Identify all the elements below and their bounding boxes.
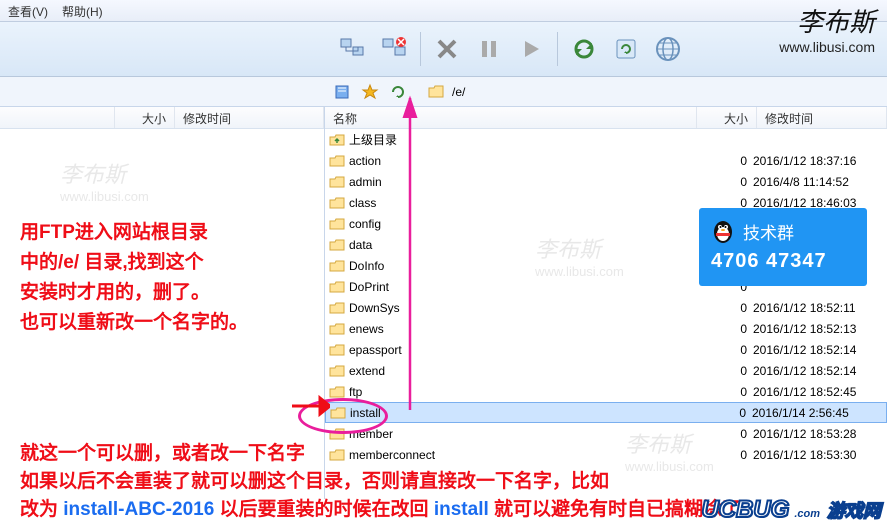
file-date: 2016/1/14 2:56:45 [752, 406, 882, 420]
file-size: 0 [703, 175, 753, 189]
watermark-url: www.libusi.com [60, 189, 149, 204]
pause-icon[interactable] [471, 31, 507, 67]
nav-refresh-icon[interactable] [386, 80, 410, 104]
file-row-install[interactable]: install02016/1/14 2:56:45 [325, 402, 887, 423]
file-size: 0 [702, 406, 752, 420]
menu-bar: 查看(V) 帮助(H) [0, 0, 887, 22]
file-date: 2016/1/12 18:52:11 [753, 301, 883, 315]
file-name: extend [349, 364, 703, 378]
qq-group-box[interactable]: 技术群 4706 47347 [699, 208, 867, 286]
up-directory[interactable]: 上级目录 [325, 129, 887, 150]
file-date: 2016/1/12 18:52:13 [753, 322, 883, 336]
file-date: 2016/1/12 18:52:45 [753, 385, 883, 399]
file-row-admin[interactable]: admin02016/4/8 11:14:52 [325, 171, 887, 192]
file-size: 0 [703, 343, 753, 357]
file-name: ftp [349, 385, 703, 399]
menu-help[interactable]: 帮助(H) [62, 3, 103, 18]
qq-penguin-icon [711, 218, 735, 244]
file-name: memberconnect [349, 448, 703, 462]
file-name: enews [349, 322, 703, 336]
file-size: 0 [703, 427, 753, 441]
file-name: member [349, 427, 703, 441]
connect-icon[interactable] [334, 31, 370, 67]
file-list[interactable]: 上级目录 action02016/1/12 18:37:16admin02016… [325, 129, 887, 499]
file-name: data [349, 238, 703, 252]
file-row-memberconnect[interactable]: memberconnect02016/1/12 18:53:30 [325, 444, 887, 465]
file-name: admin [349, 175, 703, 189]
folder-icon [428, 85, 444, 98]
qq-number: 4706 47347 [711, 250, 855, 273]
file-row-enews[interactable]: enews02016/1/12 18:52:13 [325, 318, 887, 339]
up-folder-icon [329, 133, 345, 147]
right-column-header: 名称 大小 修改时间 [325, 107, 887, 129]
file-row-epassport[interactable]: epassport02016/1/12 18:52:14 [325, 339, 887, 360]
file-date: 2016/1/12 18:37:16 [753, 154, 883, 168]
left-column-header: 大小 修改时间 [0, 107, 324, 129]
file-row-action[interactable]: action02016/1/12 18:37:16 [325, 150, 887, 171]
file-name: epassport [349, 343, 703, 357]
file-name: DoPrint [349, 280, 703, 294]
file-row-DownSys[interactable]: DownSys02016/1/12 18:52:11 [325, 297, 887, 318]
col-date[interactable]: 修改时间 [757, 107, 887, 128]
brand-logo: 李布斯 www.libusi.com [779, 2, 875, 55]
file-name: DoInfo [349, 259, 703, 273]
file-date: 2016/4/8 11:14:52 [753, 175, 883, 189]
sync-icon[interactable] [566, 31, 602, 67]
path-display[interactable]: /e/ [424, 83, 881, 101]
path-text: /e/ [452, 85, 465, 99]
col-date-left[interactable]: 修改时间 [175, 107, 324, 128]
nav-book-icon[interactable] [330, 80, 354, 104]
left-panel: 大小 修改时间 李布斯 www.libusi.com [0, 107, 325, 499]
up-label: 上级目录 [349, 131, 883, 148]
content-area: 大小 修改时间 李布斯 www.libusi.com 名称 大小 修改时间 上级… [0, 107, 887, 499]
file-name: install [350, 406, 702, 420]
file-size: 0 [703, 154, 753, 168]
file-size: 0 [703, 385, 753, 399]
watermark-cn: 李布斯 [60, 157, 149, 189]
file-row-member[interactable]: member02016/1/12 18:53:28 [325, 423, 887, 444]
file-row-extend[interactable]: extend02016/1/12 18:52:14 [325, 360, 887, 381]
file-date: 2016/1/12 18:53:30 [753, 448, 883, 462]
file-name: config [349, 217, 703, 231]
file-date: 2016/1/12 18:52:14 [753, 343, 883, 357]
file-date: 2016/1/12 18:53:28 [753, 427, 883, 441]
file-date: 2016/1/12 18:52:14 [753, 364, 883, 378]
right-panel: 名称 大小 修改时间 上级目录 action02016/1/12 18:37:1… [325, 107, 887, 499]
refresh-icon[interactable] [608, 31, 644, 67]
file-name: DownSys [349, 301, 703, 315]
col-name[interactable]: 名称 [325, 107, 697, 128]
file-row-ftp[interactable]: ftp02016/1/12 18:52:45 [325, 381, 887, 402]
play-icon[interactable] [513, 31, 549, 67]
file-name: class [349, 196, 703, 210]
ucbug-watermark: UCBUG.com游戏网 [701, 496, 881, 524]
file-size: 0 [703, 364, 753, 378]
col-size-left[interactable]: 大小 [115, 107, 175, 128]
nav-bar: /e/ [0, 77, 887, 107]
file-size: 0 [703, 322, 753, 336]
disconnect-icon[interactable] [376, 31, 412, 67]
qq-label: 技术群 [743, 219, 794, 244]
globe-icon[interactable] [650, 31, 686, 67]
main-toolbar [0, 22, 887, 77]
file-size: 0 [703, 301, 753, 315]
cancel-icon[interactable] [429, 31, 465, 67]
file-name: action [349, 154, 703, 168]
menu-view[interactable]: 查看(V) [8, 3, 48, 18]
nav-star-icon[interactable] [358, 80, 382, 104]
file-size: 0 [703, 448, 753, 462]
col-size[interactable]: 大小 [697, 107, 757, 128]
